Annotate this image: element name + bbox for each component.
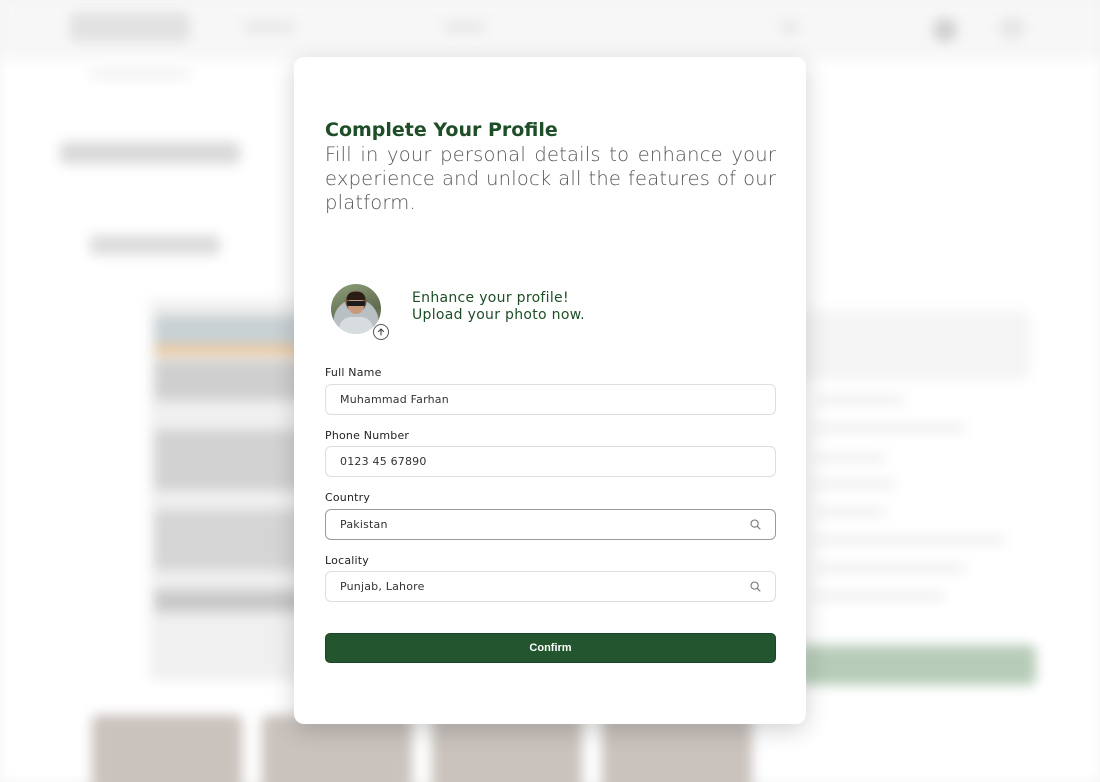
locality-value: Punjab, Lahore bbox=[340, 580, 425, 593]
thumbnail bbox=[92, 715, 242, 782]
profile-photo-upload[interactable] bbox=[331, 284, 389, 340]
upload-prompt-line2: Upload your photo now. bbox=[412, 307, 585, 323]
upload-prompt: Enhance your profile! Upload your photo … bbox=[412, 290, 585, 324]
nav-item bbox=[445, 22, 485, 32]
page-heading bbox=[60, 142, 240, 164]
country-value: Pakistan bbox=[340, 518, 388, 531]
phone-number-value: 0123 45 67890 bbox=[340, 455, 427, 468]
upload-arrow-icon[interactable] bbox=[373, 324, 389, 340]
full-name-value: Muhammad Farhan bbox=[340, 393, 449, 406]
side-line bbox=[815, 454, 885, 462]
background-button bbox=[800, 645, 1036, 685]
breadcrumb bbox=[90, 70, 190, 78]
thumbnail bbox=[602, 715, 752, 782]
phone-number-label: Phone Number bbox=[325, 429, 410, 442]
side-line bbox=[815, 564, 965, 572]
avatar-glasses bbox=[347, 301, 365, 306]
full-name-input[interactable]: Muhammad Farhan bbox=[325, 384, 776, 415]
phone-number-input[interactable]: 0123 45 67890 bbox=[325, 446, 776, 477]
search-icon[interactable] bbox=[750, 581, 761, 595]
complete-profile-modal: Complete Your Profile Fill in your perso… bbox=[294, 57, 806, 724]
nav-icon bbox=[1000, 18, 1024, 38]
listing-panel bbox=[150, 300, 310, 680]
side-line bbox=[815, 396, 905, 404]
section-heading bbox=[90, 235, 220, 255]
avatar-hair bbox=[347, 292, 365, 300]
nav-icon bbox=[780, 20, 800, 34]
avatar bbox=[933, 18, 957, 42]
full-name-label: Full Name bbox=[325, 366, 382, 379]
search-icon[interactable] bbox=[750, 519, 761, 533]
side-line bbox=[815, 536, 1005, 544]
thumbnail bbox=[262, 715, 412, 782]
country-label: Country bbox=[325, 491, 371, 504]
side-line bbox=[815, 424, 965, 432]
listing-row bbox=[155, 360, 305, 400]
side-line bbox=[815, 480, 895, 488]
side-line bbox=[815, 508, 885, 516]
locality-input[interactable]: Punjab, Lahore bbox=[325, 571, 776, 602]
country-input[interactable]: Pakistan bbox=[325, 509, 776, 540]
logo bbox=[70, 12, 190, 42]
modal-description: Fill in your personal details to enhance… bbox=[325, 143, 776, 214]
locality-label: Locality bbox=[325, 554, 369, 567]
side-card bbox=[800, 310, 1030, 380]
side-line bbox=[815, 592, 945, 600]
listing-row bbox=[155, 430, 305, 490]
confirm-button[interactable]: Confirm bbox=[325, 633, 776, 663]
listing-row bbox=[155, 510, 305, 570]
modal-title: Complete Your Profile bbox=[325, 119, 558, 141]
listing-row bbox=[155, 590, 305, 612]
thumbnail bbox=[432, 715, 582, 782]
listing-row bbox=[155, 345, 305, 355]
upload-prompt-line1: Enhance your profile! bbox=[412, 290, 569, 306]
avatar-shirt bbox=[339, 317, 373, 334]
nav-item bbox=[245, 22, 295, 32]
